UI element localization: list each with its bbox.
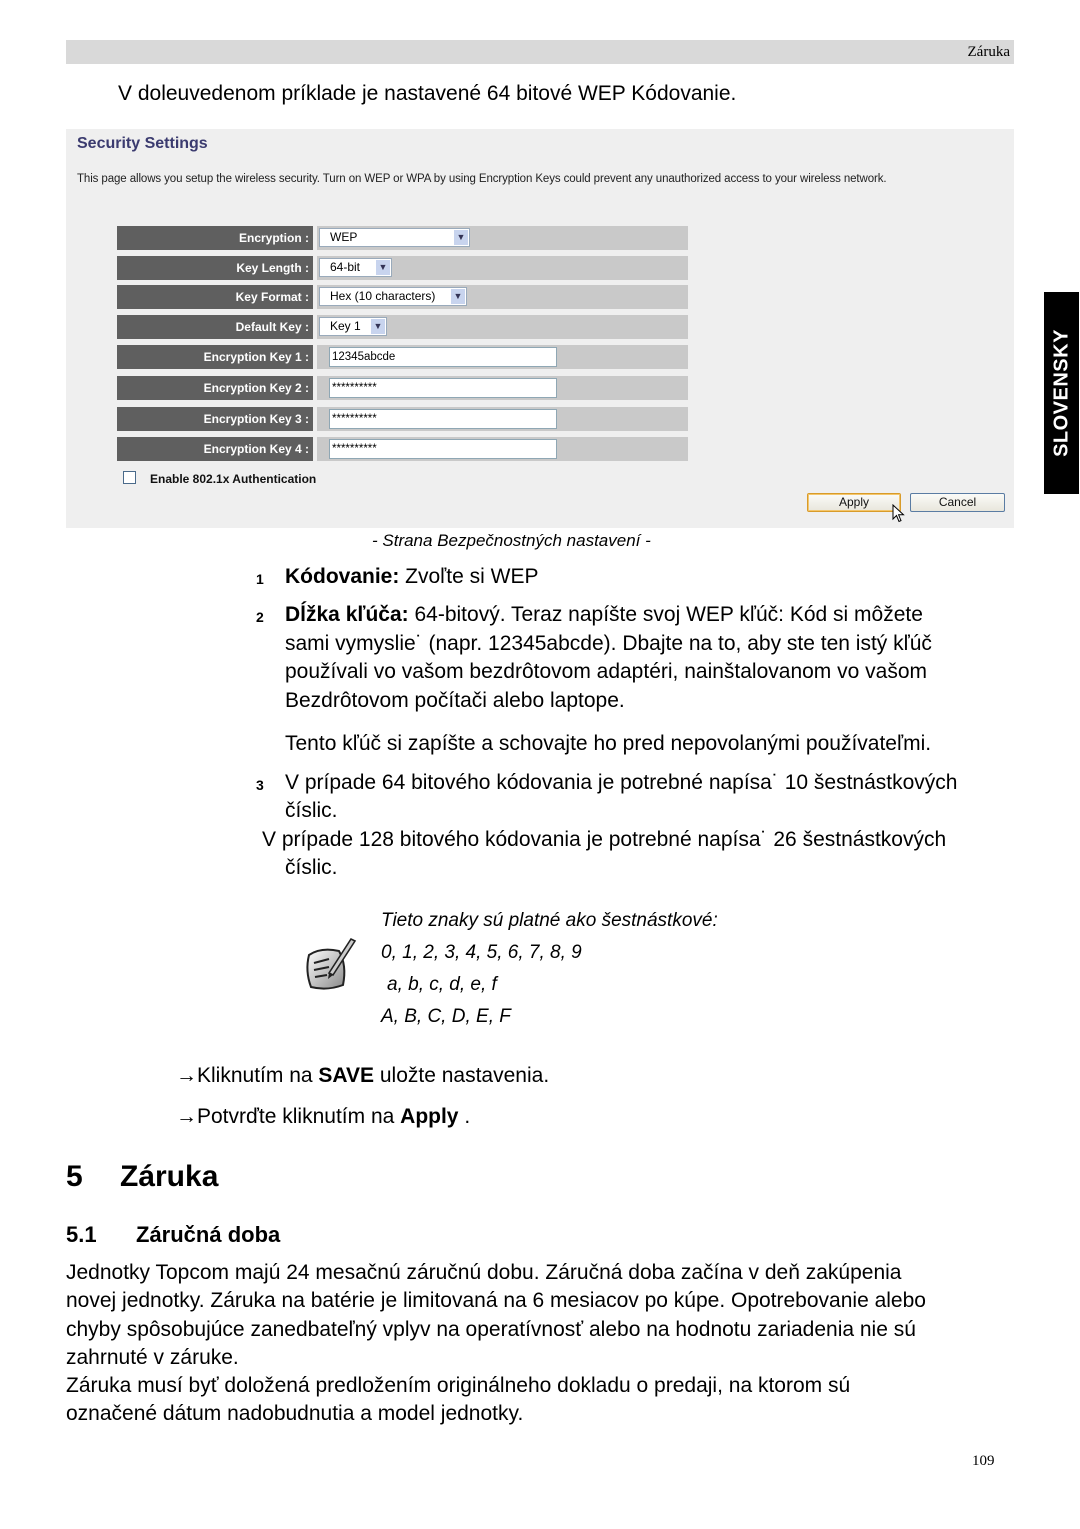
section-number: 5 <box>66 1160 83 1193</box>
auth-checkbox-row: Enable 802.1x Authentication <box>123 471 316 486</box>
step-2-text: Dĺžka kľúča: 64-bitový. Teraz napíšte sv… <box>285 601 932 715</box>
step-2-extra: Tento kľúč si zapíšte a schovajte ho pre… <box>285 732 932 755</box>
action-text: Potvrďte kliknutím na <box>197 1105 401 1128</box>
step-number: 1 <box>256 571 264 587</box>
apply-button[interactable]: Apply <box>807 493 901 512</box>
chevron-down-icon: ▼ <box>454 230 468 245</box>
page-number: 109 <box>972 1453 995 1469</box>
figure-caption: - Strana Bezpečnostných nastavení - <box>372 531 651 550</box>
language-label: SLOVENSKY <box>1050 329 1072 457</box>
key4-input[interactable]: ********** <box>329 439 557 459</box>
step-2-line-3: používali vo vašom bezdrôtovom adaptéri,… <box>285 660 927 683</box>
auth-checkbox[interactable] <box>123 471 136 484</box>
default-key-label: Default Key : <box>117 315 313 339</box>
action-text: . <box>458 1105 471 1128</box>
cancel-button[interactable]: Cancel <box>910 493 1005 512</box>
chevron-down-icon: ▼ <box>451 289 465 304</box>
mouse-cursor-icon <box>892 504 905 523</box>
encryption-label: Encryption : <box>117 226 313 250</box>
body-line: novej jednotky. Záruka na batérie je lim… <box>66 1289 926 1313</box>
step-2-line-4: Bezdrôtovom počítači alebo laptope. <box>285 688 625 712</box>
header-section-title: Záruka <box>967 44 1010 60</box>
security-settings-panel: Security Settings This page allows you s… <box>66 129 1014 528</box>
key2-input[interactable]: ********** <box>329 378 557 398</box>
body-line: zahrnuté v záruke. <box>66 1345 239 1369</box>
step-3-line-4: číslic. <box>285 856 338 879</box>
step-1-bold: Kódovanie: <box>285 565 400 588</box>
body-line: chyby spôsobujúce zanedbateľný vplyv na … <box>66 1317 916 1341</box>
arrow-right-icon: → <box>176 1064 197 1087</box>
step-1-body: Zvoľte si WEP <box>399 565 539 588</box>
subsection-number: 5.1 <box>66 1222 97 1247</box>
panel-description: This page allows you setup the wireless … <box>77 173 887 185</box>
key-format-select[interactable]: Hex (10 characters) ▼ <box>319 287 467 306</box>
note-title: Tieto znaky sú platné ako šestnástkové: <box>381 910 718 931</box>
action-text: Kliknutím na <box>197 1064 319 1087</box>
row-key4: Encryption Key 4 : ********** <box>117 437 688 461</box>
section-title: Záruka <box>120 1160 219 1193</box>
arrow-right-icon: → <box>176 1105 197 1128</box>
step-3-line-1: V prípade 64 bitového kódovania je potre… <box>285 771 958 794</box>
note-pen-icon <box>306 937 357 990</box>
row-key-length: Key Length : 64-bit ▼ <box>117 256 688 280</box>
action-save: →Kliknutím na SAVE uložte nastavenia. <box>176 1064 549 1088</box>
step-2-line-2: sami vymyslie˙ (napr. 12345abcde). Dbajt… <box>285 631 932 655</box>
key-format-value: Hex (10 characters) <box>330 289 436 303</box>
row-key1: Encryption Key 1 : 12345abcde <box>117 345 688 369</box>
body-line: označené dátum nadobudnutia a model jedn… <box>66 1402 524 1426</box>
step-2-bold: Dĺžka kľúča: <box>285 603 409 626</box>
key4-label: Encryption Key 4 : <box>117 437 313 461</box>
key3-input[interactable]: ********** <box>329 409 557 429</box>
chevron-down-icon: ▼ <box>376 260 390 275</box>
key3-label: Encryption Key 3 : <box>117 407 313 431</box>
key-format-label: Key Format : <box>117 285 313 309</box>
note-lowercase: a, b, c, d, e, f <box>387 974 497 995</box>
chevron-down-icon: ▼ <box>371 319 385 334</box>
key1-label: Encryption Key 1 : <box>117 345 313 369</box>
row-key-format: Key Format : Hex (10 characters) ▼ <box>117 285 688 309</box>
key1-input[interactable]: 12345abcde <box>329 347 557 367</box>
encryption-select[interactable]: WEP ▼ <box>319 228 470 247</box>
step-1-text: Kódovanie: Zvoľte si WEP <box>285 563 539 592</box>
step-3-line-2: číslic. <box>285 799 338 822</box>
action-apply: →Potvrďte kliknutím na Apply . <box>176 1105 470 1129</box>
action-bold: Apply <box>400 1105 459 1128</box>
running-header: Záruka <box>66 40 1014 64</box>
row-default-key: Default Key : Key 1 ▼ <box>117 315 688 339</box>
key2-label: Encryption Key 2 : <box>117 376 313 400</box>
subsection-heading: 5.1 Záručná doba <box>66 1222 280 1248</box>
body-line: Záruka musí byť doložená predložením ori… <box>66 1374 851 1398</box>
panel-title: Security Settings <box>77 135 208 152</box>
action-bold: SAVE <box>318 1064 375 1087</box>
step-3-line-3: V prípade 128 bitového kódovania je potr… <box>262 828 947 851</box>
step-number: 2 <box>256 609 264 625</box>
row-key3: Encryption Key 3 : ********** <box>117 407 688 431</box>
intro-text: V doleuvedenom príklade je nastavené 64 … <box>118 82 737 105</box>
key-length-value: 64-bit <box>330 260 361 274</box>
section-heading: 5 Záruka <box>66 1160 218 1194</box>
step-number: 3 <box>256 777 264 793</box>
row-encryption: Encryption : WEP ▼ <box>117 226 688 250</box>
language-side-tab: SLOVENSKY <box>1044 292 1079 494</box>
step-2-line-1: 64-bitový. Teraz napíšte svoj WEP kľúč: … <box>408 603 923 626</box>
warranty-body: Jednotky Topcom majú 24 mesačnú záručnú … <box>66 1259 1016 1429</box>
subsection-title: Záručná doba <box>136 1222 281 1247</box>
key-length-select[interactable]: 64-bit ▼ <box>319 258 392 277</box>
default-key-select[interactable]: Key 1 ▼ <box>319 317 387 336</box>
encryption-value: WEP <box>330 230 358 244</box>
key-length-label: Key Length : <box>117 256 313 280</box>
body-line: Jednotky Topcom majú 24 mesačnú záručnú … <box>66 1261 902 1284</box>
note-digits: 0, 1, 2, 3, 4, 5, 6, 7, 8, 9 <box>381 942 582 963</box>
note-uppercase: A, B, C, D, E, F <box>381 1006 511 1027</box>
action-text: uložte nastavenia. <box>374 1064 550 1087</box>
default-key-value: Key 1 <box>330 319 361 333</box>
row-key2: Encryption Key 2 : ********** <box>117 376 688 400</box>
auth-checkbox-label: Enable 802.1x Authentication <box>150 472 317 486</box>
